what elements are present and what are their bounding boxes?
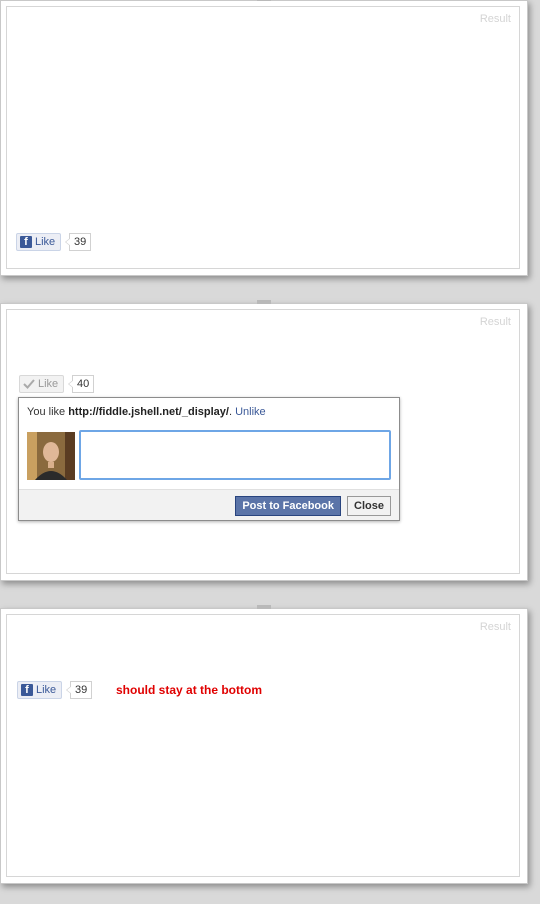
post-to-facebook-button[interactable]: Post to Facebook — [235, 496, 341, 516]
tab-notch — [257, 0, 271, 1]
like-button[interactable]: f Like — [16, 233, 62, 251]
popup-message: You like http://fiddle.jshell.net/_displ… — [27, 406, 266, 418]
like-button[interactable]: f Like — [17, 681, 63, 699]
tab-notch — [257, 605, 271, 609]
like-label: Like — [38, 378, 59, 390]
bottom-note: should stay at the bottom — [116, 683, 263, 697]
result-panel-3: Result f Like 39 — [0, 605, 528, 884]
result-label: Result — [479, 621, 511, 633]
like-label: Like — [36, 684, 57, 696]
result-label: Result — [479, 13, 511, 25]
like-button-liked[interactable]: Like — [19, 375, 65, 393]
result-label: Result — [479, 316, 511, 328]
like-comment-popup: You like http://fiddle.jshell.net/_displ… — [18, 397, 400, 521]
liked-url: http://fiddle.jshell.net/_display/ — [68, 406, 229, 418]
avatar — [27, 432, 75, 480]
check-icon — [23, 379, 35, 389]
facebook-f-icon: f — [21, 684, 33, 696]
result-panel-1: Result f Like 39 — [0, 0, 528, 276]
like-count: 39 — [65, 681, 93, 699]
comment-input[interactable] — [79, 430, 391, 480]
popup-footer: Post to Facebook Close — [19, 489, 399, 520]
facebook-f-icon: f — [20, 236, 32, 248]
profile-photo-icon — [27, 432, 75, 480]
unlike-link[interactable]: Unlike — [235, 406, 266, 418]
tab-notch — [257, 300, 271, 304]
like-label: Like — [35, 236, 56, 248]
result-frame-3: Result — [6, 614, 520, 877]
result-frame-1: Result — [6, 6, 520, 269]
like-count: 40 — [67, 375, 95, 393]
close-button[interactable]: Close — [347, 496, 391, 516]
like-count: 39 — [64, 233, 92, 251]
you-like-text: You like — [27, 406, 66, 418]
period: . — [228, 406, 232, 418]
